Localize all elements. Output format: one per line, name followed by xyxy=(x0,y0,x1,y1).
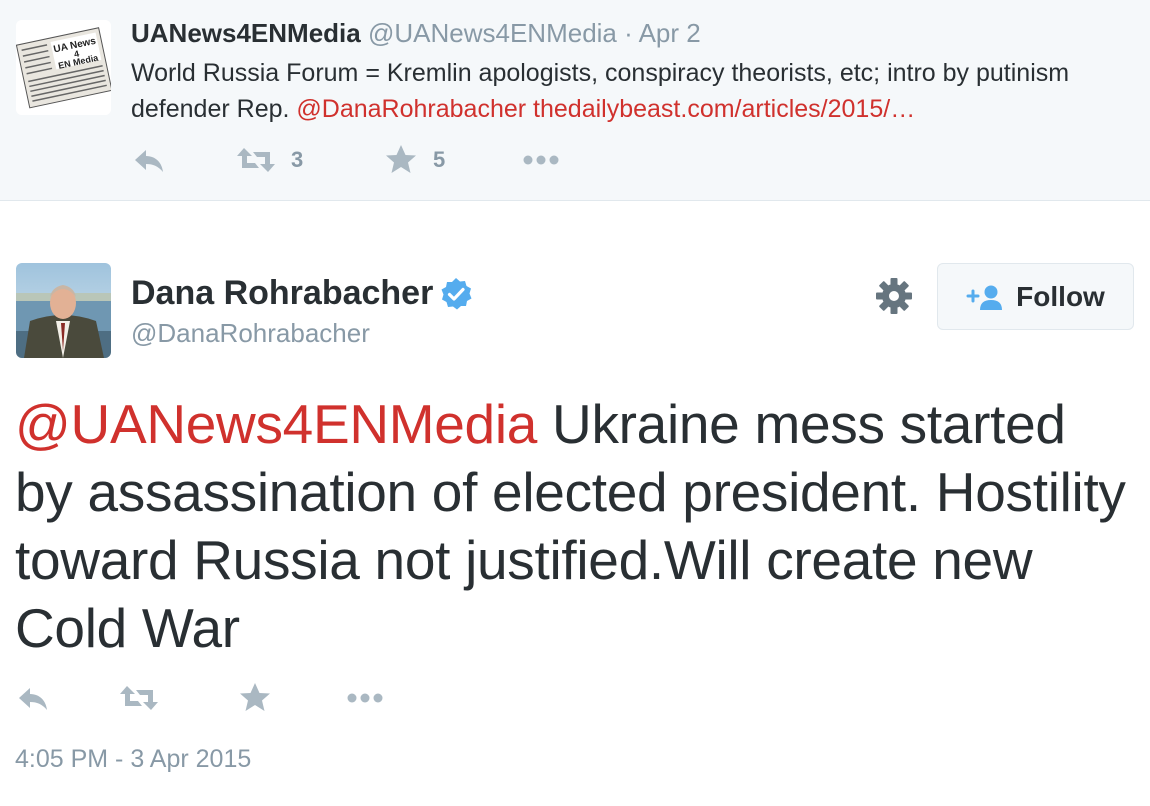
parent-avatar[interactable]: UA News 4 EN Media xyxy=(16,20,111,115)
main-reply-button[interactable] xyxy=(15,680,51,716)
parent-tweet-text: World Russia Forum = Kremlin apologists,… xyxy=(131,55,1131,127)
parent-separator: · xyxy=(616,18,639,48)
profile-photo xyxy=(16,263,111,358)
parent-author-handle[interactable]: @UANews4ENMedia xyxy=(368,18,617,48)
follow-label: Follow xyxy=(1016,280,1105,312)
main-tweet-text: @UANews4ENMedia Ukraine mess started by … xyxy=(15,390,1135,662)
parent-date[interactable]: Apr 2 xyxy=(639,18,701,48)
retweet-icon xyxy=(237,148,275,172)
parent-favorite-count: 5 xyxy=(433,147,446,172)
main-author-name[interactable]: Dana Rohrabacher xyxy=(131,274,433,313)
reply-icon xyxy=(135,150,163,172)
parent-retweet-count: 3 xyxy=(291,147,304,172)
gear-icon xyxy=(876,278,912,314)
parent-reply-button[interactable] xyxy=(131,142,167,178)
favorite-icon xyxy=(240,683,270,711)
parent-url-link[interactable]: thedailybeast.com/articles/2015/… xyxy=(533,95,915,123)
more-icon xyxy=(523,155,559,165)
settings-button[interactable] xyxy=(874,276,914,316)
parent-tweet[interactable]: UA News 4 EN Media UANews4ENMedia @UANew… xyxy=(0,0,1150,201)
reply-icon xyxy=(19,688,47,710)
retweet-icon xyxy=(120,686,158,710)
parent-mention-link[interactable]: @DanaRohrabacher xyxy=(296,95,526,123)
parent-favorite-button[interactable]: 5 xyxy=(383,142,445,178)
follow-button[interactable]: Follow xyxy=(937,263,1134,330)
favorite-icon xyxy=(386,145,416,173)
main-avatar[interactable] xyxy=(16,263,111,358)
main-mention-link[interactable]: @UANews4ENMedia xyxy=(15,393,537,455)
parent-header: UANews4ENMedia @UANews4ENMedia · Apr 2 xyxy=(131,18,701,49)
newspaper-logo-icon: UA News 4 EN Media xyxy=(16,20,111,115)
parent-author-name[interactable]: UANews4ENMedia xyxy=(131,18,361,48)
follow-person-icon xyxy=(966,285,1003,310)
parent-retweet-button[interactable]: 3 xyxy=(235,142,303,178)
more-icon xyxy=(347,693,383,703)
verified-badge-icon xyxy=(441,277,472,309)
main-author-name-row: Dana Rohrabacher xyxy=(131,274,473,313)
tweet-timestamp[interactable]: 4:05 PM - 3 Apr 2015 xyxy=(15,745,251,774)
main-more-button[interactable] xyxy=(345,680,385,716)
parent-more-button[interactable] xyxy=(521,142,561,178)
main-author-handle[interactable]: @DanaRohrabacher xyxy=(131,318,370,349)
main-retweet-button[interactable] xyxy=(118,680,160,716)
main-favorite-button[interactable] xyxy=(237,680,273,716)
